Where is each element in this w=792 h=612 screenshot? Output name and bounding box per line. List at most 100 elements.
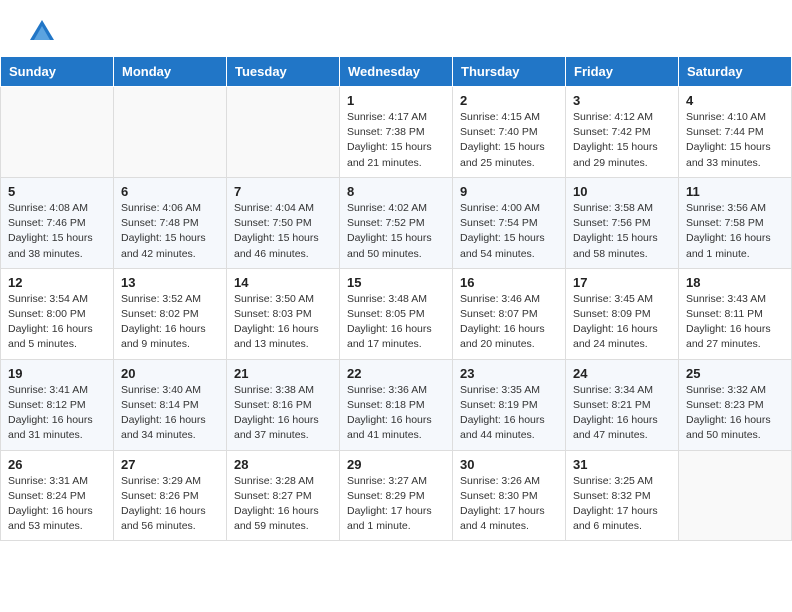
calendar-cell: 25 Sunrise: 3:32 AMSunset: 8:23 PMDayligh… <box>679 359 792 450</box>
day-info: Sunrise: 3:26 AMSunset: 8:30 PMDaylight:… <box>460 474 558 535</box>
day-info: Sunrise: 4:17 AMSunset: 7:38 PMDaylight:… <box>347 110 445 171</box>
calendar-cell: 19 Sunrise: 3:41 AMSunset: 8:12 PMDayligh… <box>1 359 114 450</box>
calendar-table: SundayMondayTuesdayWednesdayThursdayFrid… <box>0 56 792 541</box>
day-number: 11 <box>686 184 784 199</box>
day-number: 6 <box>121 184 219 199</box>
day-number: 23 <box>460 366 558 381</box>
day-number: 28 <box>234 457 332 472</box>
calendar-cell: 27 Sunrise: 3:29 AMSunset: 8:26 PMDayligh… <box>114 450 227 541</box>
day-number: 2 <box>460 93 558 108</box>
calendar-cell: 13Sunrise: 3:52 AMSunset: 8:02 PMDayligh… <box>114 268 227 359</box>
calendar-cell: 20 Sunrise: 3:40 AMSunset: 8:14 PMDayligh… <box>114 359 227 450</box>
calendar-cell: 26 Sunrise: 3:31 AMSunset: 8:24 PMDayligh… <box>1 450 114 541</box>
day-number: 22 <box>347 366 445 381</box>
day-info: Sunrise: 3:46 AMSunset: 8:07 PMDaylight:… <box>460 292 558 353</box>
day-info: Sunrise: 4:02 AMSunset: 7:52 PMDaylight:… <box>347 201 445 262</box>
day-info: Sunrise: 3:41 AMSunset: 8:12 PMDaylight:… <box>8 383 106 444</box>
day-of-week-header: Tuesday <box>227 57 340 87</box>
day-info: Sunrise: 4:06 AMSunset: 7:48 PMDaylight:… <box>121 201 219 262</box>
calendar-week-row: 5Sunrise: 4:08 AMSunset: 7:46 PMDaylight… <box>1 177 792 268</box>
page-header <box>0 0 792 56</box>
day-number: 30 <box>460 457 558 472</box>
day-number: 20 <box>121 366 219 381</box>
day-info: Sunrise: 3:27 AMSunset: 8:29 PMDaylight:… <box>347 474 445 535</box>
day-of-week-header: Saturday <box>679 57 792 87</box>
day-number: 18 <box>686 275 784 290</box>
day-number: 5 <box>8 184 106 199</box>
calendar-week-row: 12 Sunrise: 3:54 AMSunset: 8:00 PMDayligh… <box>1 268 792 359</box>
calendar-cell: 29 Sunrise: 3:27 AMSunset: 8:29 PMDayligh… <box>340 450 453 541</box>
day-info: Sunrise: 4:00 AMSunset: 7:54 PMDaylight:… <box>460 201 558 262</box>
day-number: 15 <box>347 275 445 290</box>
calendar-cell: 31 Sunrise: 3:25 AMSunset: 8:32 PMDayligh… <box>566 450 679 541</box>
day-of-week-header: Friday <box>566 57 679 87</box>
calendar-week-row: 26 Sunrise: 3:31 AMSunset: 8:24 PMDayligh… <box>1 450 792 541</box>
calendar-cell: 9 Sunrise: 4:00 AMSunset: 7:54 PMDaylight… <box>453 177 566 268</box>
day-number: 4 <box>686 93 784 108</box>
day-of-week-header: Sunday <box>1 57 114 87</box>
day-number: 27 <box>121 457 219 472</box>
calendar-cell <box>1 87 114 178</box>
day-info: Sunrise: 3:38 AMSunset: 8:16 PMDaylight:… <box>234 383 332 444</box>
day-info: Sunrise: 3:56 AMSunset: 7:58 PMDaylight:… <box>686 201 784 262</box>
day-info: Sunrise: 3:29 AMSunset: 8:26 PMDaylight:… <box>121 474 219 535</box>
calendar-cell: 18 Sunrise: 3:43 AMSunset: 8:11 PMDayligh… <box>679 268 792 359</box>
day-of-week-header: Thursday <box>453 57 566 87</box>
day-info: Sunrise: 3:34 AMSunset: 8:21 PMDaylight:… <box>573 383 671 444</box>
calendar-cell: 2Sunrise: 4:15 AMSunset: 7:40 PMDaylight… <box>453 87 566 178</box>
day-number: 29 <box>347 457 445 472</box>
day-info: Sunrise: 3:28 AMSunset: 8:27 PMDaylight:… <box>234 474 332 535</box>
day-number: 7 <box>234 184 332 199</box>
day-info: Sunrise: 3:35 AMSunset: 8:19 PMDaylight:… <box>460 383 558 444</box>
day-info: Sunrise: 3:50 AMSunset: 8:03 PMDaylight:… <box>234 292 332 353</box>
calendar-cell: 1 Sunrise: 4:17 AMSunset: 7:38 PMDaylight… <box>340 87 453 178</box>
day-number: 8 <box>347 184 445 199</box>
calendar-week-row: 1 Sunrise: 4:17 AMSunset: 7:38 PMDaylight… <box>1 87 792 178</box>
day-info: Sunrise: 3:25 AMSunset: 8:32 PMDaylight:… <box>573 474 671 535</box>
day-number: 3 <box>573 93 671 108</box>
calendar-cell: 5Sunrise: 4:08 AMSunset: 7:46 PMDaylight… <box>1 177 114 268</box>
day-info: Sunrise: 3:54 AMSunset: 8:00 PMDaylight:… <box>8 292 106 353</box>
day-info: Sunrise: 3:58 AMSunset: 7:56 PMDaylight:… <box>573 201 671 262</box>
day-number: 25 <box>686 366 784 381</box>
day-number: 26 <box>8 457 106 472</box>
day-info: Sunrise: 3:31 AMSunset: 8:24 PMDaylight:… <box>8 474 106 535</box>
calendar-cell: 3 Sunrise: 4:12 AMSunset: 7:42 PMDaylight… <box>566 87 679 178</box>
calendar-cell <box>114 87 227 178</box>
day-number: 16 <box>460 275 558 290</box>
day-info: Sunrise: 3:40 AMSunset: 8:14 PMDaylight:… <box>121 383 219 444</box>
day-info: Sunrise: 4:12 AMSunset: 7:42 PMDaylight:… <box>573 110 671 171</box>
day-info: Sunrise: 3:32 AMSunset: 8:23 PMDaylight:… <box>686 383 784 444</box>
calendar-cell: 15 Sunrise: 3:48 AMSunset: 8:05 PMDayligh… <box>340 268 453 359</box>
day-number: 14 <box>234 275 332 290</box>
day-info: Sunrise: 3:48 AMSunset: 8:05 PMDaylight:… <box>347 292 445 353</box>
day-of-week-header: Wednesday <box>340 57 453 87</box>
calendar-cell: 16 Sunrise: 3:46 AMSunset: 8:07 PMDayligh… <box>453 268 566 359</box>
calendar-cell <box>227 87 340 178</box>
calendar-cell: 11 Sunrise: 3:56 AMSunset: 7:58 PMDayligh… <box>679 177 792 268</box>
day-number: 13 <box>121 275 219 290</box>
calendar-cell: 21Sunrise: 3:38 AMSunset: 8:16 PMDayligh… <box>227 359 340 450</box>
day-number: 19 <box>8 366 106 381</box>
day-number: 9 <box>460 184 558 199</box>
day-number: 31 <box>573 457 671 472</box>
calendar-cell: 23 Sunrise: 3:35 AMSunset: 8:19 PMDayligh… <box>453 359 566 450</box>
calendar-cell: 10Sunrise: 3:58 AMSunset: 7:56 PMDayligh… <box>566 177 679 268</box>
day-number: 1 <box>347 93 445 108</box>
day-info: Sunrise: 3:43 AMSunset: 8:11 PMDaylight:… <box>686 292 784 353</box>
calendar-cell: 30 Sunrise: 3:26 AMSunset: 8:30 PMDayligh… <box>453 450 566 541</box>
calendar-cell: 22 Sunrise: 3:36 AMSunset: 8:18 PMDayligh… <box>340 359 453 450</box>
day-number: 12 <box>8 275 106 290</box>
calendar-cell: 7 Sunrise: 4:04 AMSunset: 7:50 PMDaylight… <box>227 177 340 268</box>
calendar-cell: 17 Sunrise: 3:45 AMSunset: 8:09 PMDayligh… <box>566 268 679 359</box>
calendar-cell <box>679 450 792 541</box>
calendar-cell: 6 Sunrise: 4:06 AMSunset: 7:48 PMDaylight… <box>114 177 227 268</box>
logo-icon <box>28 18 56 46</box>
calendar-cell: 28 Sunrise: 3:28 AMSunset: 8:27 PMDayligh… <box>227 450 340 541</box>
day-info: Sunrise: 3:45 AMSunset: 8:09 PMDaylight:… <box>573 292 671 353</box>
calendar-cell: 12 Sunrise: 3:54 AMSunset: 8:00 PMDayligh… <box>1 268 114 359</box>
day-number: 17 <box>573 275 671 290</box>
day-info: Sunrise: 4:04 AMSunset: 7:50 PMDaylight:… <box>234 201 332 262</box>
calendar-cell: 4Sunrise: 4:10 AMSunset: 7:44 PMDaylight… <box>679 87 792 178</box>
day-info: Sunrise: 3:36 AMSunset: 8:18 PMDaylight:… <box>347 383 445 444</box>
